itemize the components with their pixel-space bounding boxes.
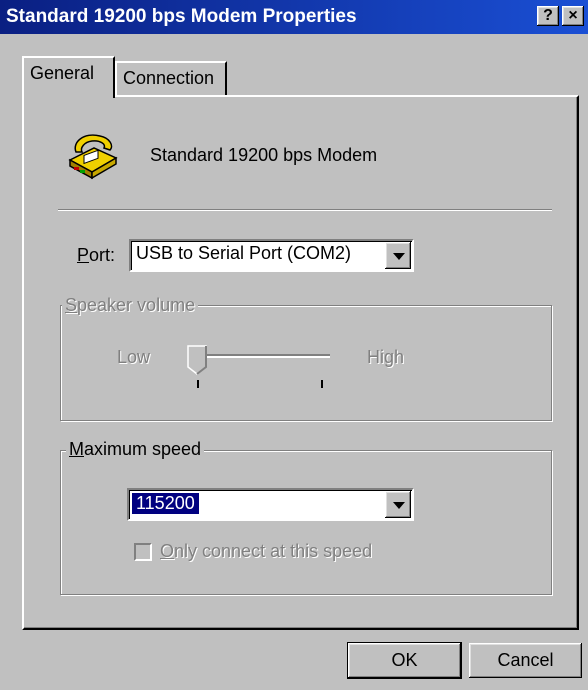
volume-tick-high xyxy=(321,380,323,388)
tab-connection[interactable]: Connection xyxy=(115,61,227,95)
port-dropdown[interactable]: USB to Serial Port (COM2) xyxy=(129,239,414,272)
port-value: USB to Serial Port (COM2) xyxy=(136,243,352,263)
modem-name: Standard 19200 bps Modem xyxy=(150,145,378,165)
ok-button[interactable]: OK xyxy=(347,642,462,679)
maximum-speed-dropdown-arrow[interactable] xyxy=(385,491,411,518)
tab-general[interactable]: General xyxy=(22,56,115,98)
maximum-speed-group xyxy=(60,450,552,595)
volume-slider-thumb[interactable] xyxy=(187,345,207,375)
volume-tick-low xyxy=(197,380,199,388)
close-button[interactable]: × xyxy=(562,6,584,26)
only-connect-checkbox[interactable] xyxy=(134,543,152,561)
modem-telephone-icon xyxy=(68,134,118,180)
port-label: Port: xyxy=(77,245,116,265)
volume-high-label: High xyxy=(367,347,405,367)
speaker-volume-legend: Speaker volume xyxy=(62,295,199,316)
maximum-speed-value: 115200 xyxy=(132,493,199,514)
maximum-speed-legend: Maximum speed xyxy=(66,439,205,460)
volume-low-label: Low xyxy=(117,347,151,367)
separator xyxy=(58,209,552,211)
maximum-speed-dropdown[interactable]: 115200 xyxy=(127,488,414,521)
volume-slider-track[interactable] xyxy=(198,354,330,358)
title-bar[interactable]: Standard 19200 bps Modem Properties ? × xyxy=(0,0,588,34)
tab-connection-label: Connection xyxy=(123,68,215,88)
port-dropdown-arrow[interactable] xyxy=(385,242,411,269)
tab-general-label: General xyxy=(30,63,95,83)
window-title: Standard 19200 bps Modem Properties xyxy=(6,6,357,27)
help-button[interactable]: ? xyxy=(537,6,559,26)
only-connect-label: Only connect at this speed xyxy=(160,541,373,561)
cancel-button[interactable]: Cancel xyxy=(469,643,582,678)
